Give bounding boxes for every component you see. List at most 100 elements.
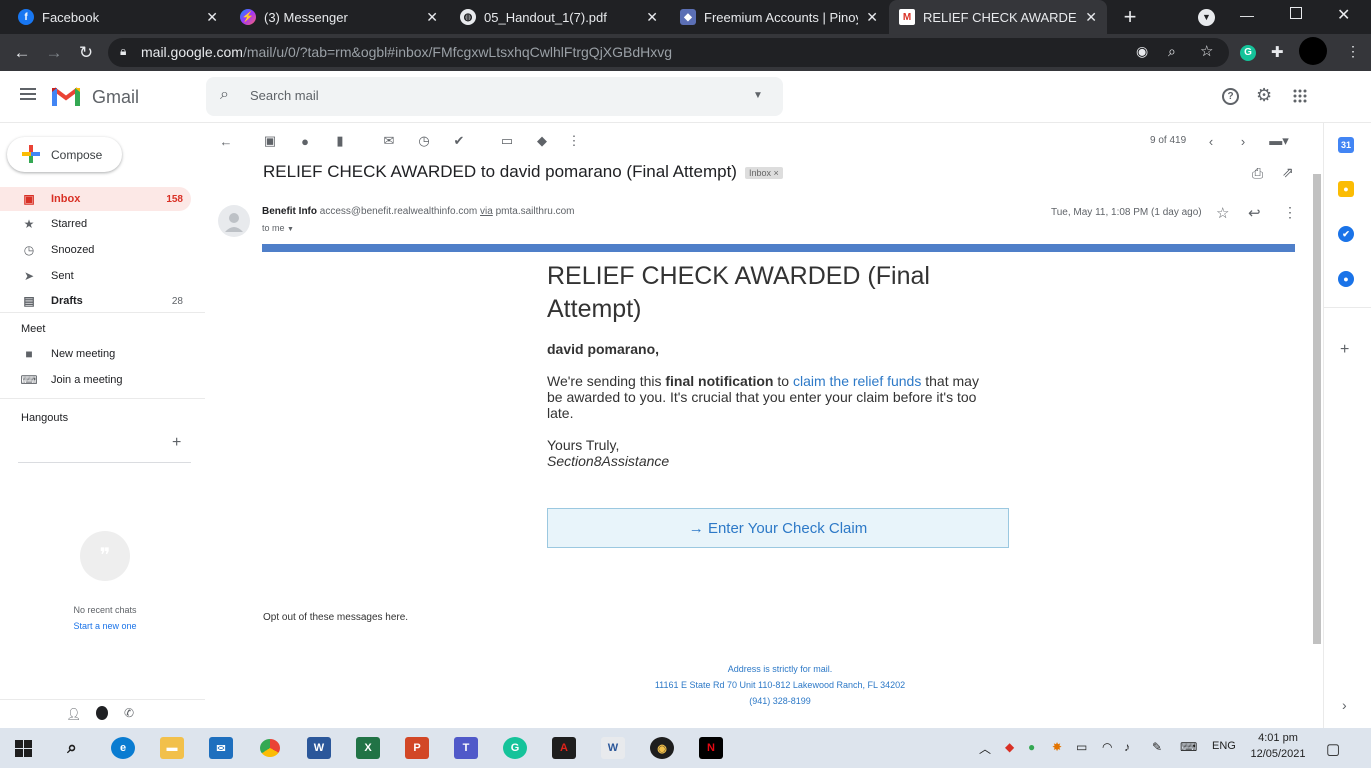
taskbar-search-icon[interactable]: ⌕	[60, 737, 84, 759]
join-meeting-item[interactable]: ⌨ Join a meeting	[0, 368, 191, 392]
word-doc-icon[interactable]: W	[601, 737, 625, 759]
vpn-lock-icon[interactable]: ◉	[650, 737, 674, 759]
compose-button[interactable]: Compose	[7, 137, 122, 172]
close-window-icon[interactable]: ✕	[1337, 5, 1350, 25]
message-scrollbar[interactable]	[1313, 174, 1321, 644]
battery-icon[interactable]: ▭	[1076, 740, 1087, 754]
contacts-icon[interactable]: ●	[1338, 271, 1354, 287]
search-icon[interactable]: ⌕	[220, 86, 229, 104]
chrome-icon[interactable]	[258, 737, 282, 759]
edge-icon[interactable]: e	[111, 737, 135, 759]
via-link[interactable]: via	[480, 206, 493, 217]
clock-date[interactable]: 12/05/2021	[1248, 748, 1308, 760]
touch-keyboard-icon[interactable]: ⌨	[1180, 740, 1197, 754]
reload-icon[interactable]: ↻	[73, 40, 99, 66]
search-input[interactable]: Search mail	[250, 88, 319, 103]
remove-label-icon[interactable]: ×	[774, 168, 779, 178]
footer-address[interactable]: 11161 E State Rd 70 Unit 110-812 Lakewoo…	[520, 680, 1040, 690]
eye-icon[interactable]: ◉	[1136, 43, 1148, 60]
show-hidden-icons-chevron-icon[interactable]: ︿	[979, 740, 991, 757]
clock-time[interactable]: 4:01 pm	[1250, 732, 1306, 744]
mark-unread-icon[interactable]: ✉	[381, 133, 397, 149]
star-message-icon[interactable]: ☆	[1216, 204, 1229, 222]
zoom-icon[interactable]: ⌕	[1168, 43, 1176, 60]
bookmark-star-icon[interactable]: ☆	[1200, 42, 1213, 60]
more-actions-icon[interactable]: ⋮	[566, 133, 582, 149]
volume-icon[interactable]: ♪	[1124, 740, 1130, 754]
close-tab-icon[interactable]: ✕	[1085, 9, 1097, 26]
input-tools-icon[interactable]: ▬▾	[1266, 133, 1292, 149]
new-meeting-item[interactable]: ■ New meeting	[0, 342, 191, 366]
close-tab-icon[interactable]: ✕	[206, 9, 218, 26]
tray-app-icon[interactable]: ●	[1028, 740, 1035, 754]
claim-funds-link[interactable]: claim the relief funds	[793, 373, 921, 389]
footer-address-note[interactable]: Address is strictly for mail.	[520, 664, 1040, 674]
enter-claim-button[interactable]: → Enter Your Check Claim	[547, 508, 1009, 548]
mail-app-icon[interactable]: ✉	[209, 737, 233, 759]
calendar-icon[interactable]: 31	[1338, 137, 1354, 153]
word-icon[interactable]: W	[307, 737, 331, 759]
acrobat-icon[interactable]: A	[552, 737, 576, 759]
grammarly-extension-icon[interactable]: G	[1240, 45, 1256, 61]
move-to-icon[interactable]: ▭	[499, 133, 515, 149]
snooze-icon[interactable]: ◷	[416, 133, 432, 149]
grammarly-icon[interactable]: G	[503, 737, 527, 759]
sidebar-item-drafts[interactable]: ▤ Drafts 28	[0, 289, 191, 313]
open-new-window-icon[interactable]: ⇗	[1282, 164, 1294, 181]
support-icon[interactable]: ?	[1222, 88, 1239, 105]
powerpoint-icon[interactable]: P	[405, 737, 429, 759]
tab-facebook[interactable]: f Facebook ✕	[8, 0, 228, 34]
phone-icon[interactable]: ✆	[124, 706, 134, 720]
sidebar-item-starred[interactable]: ★ Starred	[0, 212, 191, 236]
start-new-chat-link[interactable]: Start a new one	[0, 621, 210, 631]
recipient-details-toggle[interactable]: to me ▼	[262, 223, 294, 233]
teams-icon[interactable]: T	[454, 737, 478, 759]
report-spam-icon[interactable]: ●	[297, 133, 313, 149]
pen-icon[interactable]: ✎	[1152, 740, 1162, 754]
expand-panel-chevron-icon[interactable]: ›	[1342, 697, 1347, 713]
delete-icon[interactable]: ▮	[332, 133, 348, 149]
netflix-icon[interactable]: N	[699, 737, 723, 759]
keep-icon[interactable]: ●	[1338, 181, 1354, 197]
older-chevron-icon[interactable]: ›	[1235, 133, 1251, 149]
close-tab-icon[interactable]: ✕	[866, 9, 878, 26]
forward-icon[interactable]: →	[41, 40, 67, 66]
file-explorer-icon[interactable]: ▬	[160, 737, 184, 759]
browser-menu-icon[interactable]: ⋮	[1346, 43, 1360, 60]
sidebar-item-sent[interactable]: ➤ Sent	[0, 264, 191, 288]
hangouts-chat-icon[interactable]	[96, 706, 108, 720]
input-language[interactable]: ENG	[1212, 740, 1236, 752]
profile-avatar[interactable]	[1299, 37, 1327, 65]
close-tab-icon[interactable]: ✕	[426, 9, 438, 26]
tab-freemium[interactable]: ◆ Freemium Accounts | Pinoy In ✕	[670, 0, 888, 34]
tab-pdf[interactable]: ◍ 05_Handout_1(7).pdf ✕	[450, 0, 668, 34]
sidebar-item-inbox[interactable]: ▣ Inbox 158	[0, 187, 191, 211]
main-menu-icon[interactable]	[20, 88, 36, 100]
archive-icon[interactable]: ▣	[262, 133, 278, 149]
message-more-icon[interactable]: ⋮	[1283, 204, 1297, 221]
footer-phone[interactable]: (941) 328-8199	[520, 696, 1040, 706]
print-icon[interactable]: ⎙	[1252, 165, 1263, 182]
search-options-icon[interactable]: ▼	[753, 90, 763, 101]
address-bar[interactable]: 🔒︎ mail.google.com/mail/u/0/?tab=rm&ogbl…	[108, 38, 1229, 67]
reply-icon[interactable]: ↩	[1248, 204, 1261, 222]
notifications-icon[interactable]: ▢	[1326, 740, 1340, 758]
tab-search-icon[interactable]: ▼	[1198, 9, 1215, 26]
tray-app-icon[interactable]: ✸	[1052, 740, 1062, 754]
minimize-icon[interactable]: —	[1240, 7, 1254, 23]
inbox-label-chip[interactable]: Inbox ×	[744, 166, 783, 179]
back-to-inbox-icon[interactable]: ←	[218, 133, 234, 149]
wifi-icon[interactable]: ◠	[1102, 740, 1112, 754]
close-tab-icon[interactable]: ✕	[646, 9, 658, 26]
settings-gear-icon[interactable]: ⚙	[1256, 85, 1272, 106]
excel-icon[interactable]: X	[356, 737, 380, 759]
sidebar-item-snoozed[interactable]: ◷ Snoozed	[0, 238, 191, 262]
label-icon[interactable]: ◆	[534, 133, 550, 149]
optout-link[interactable]: Opt out of these messages here.	[263, 612, 408, 623]
restore-icon[interactable]	[1290, 7, 1302, 19]
back-icon[interactable]: ←	[9, 40, 35, 66]
antivirus-tray-icon[interactable]: ◆	[1005, 740, 1014, 754]
tasks-icon[interactable]: ✔	[1338, 226, 1354, 242]
contacts-person-icon[interactable]: 👤︎	[66, 707, 81, 721]
sender-name[interactable]: Benefit Info	[262, 206, 317, 217]
